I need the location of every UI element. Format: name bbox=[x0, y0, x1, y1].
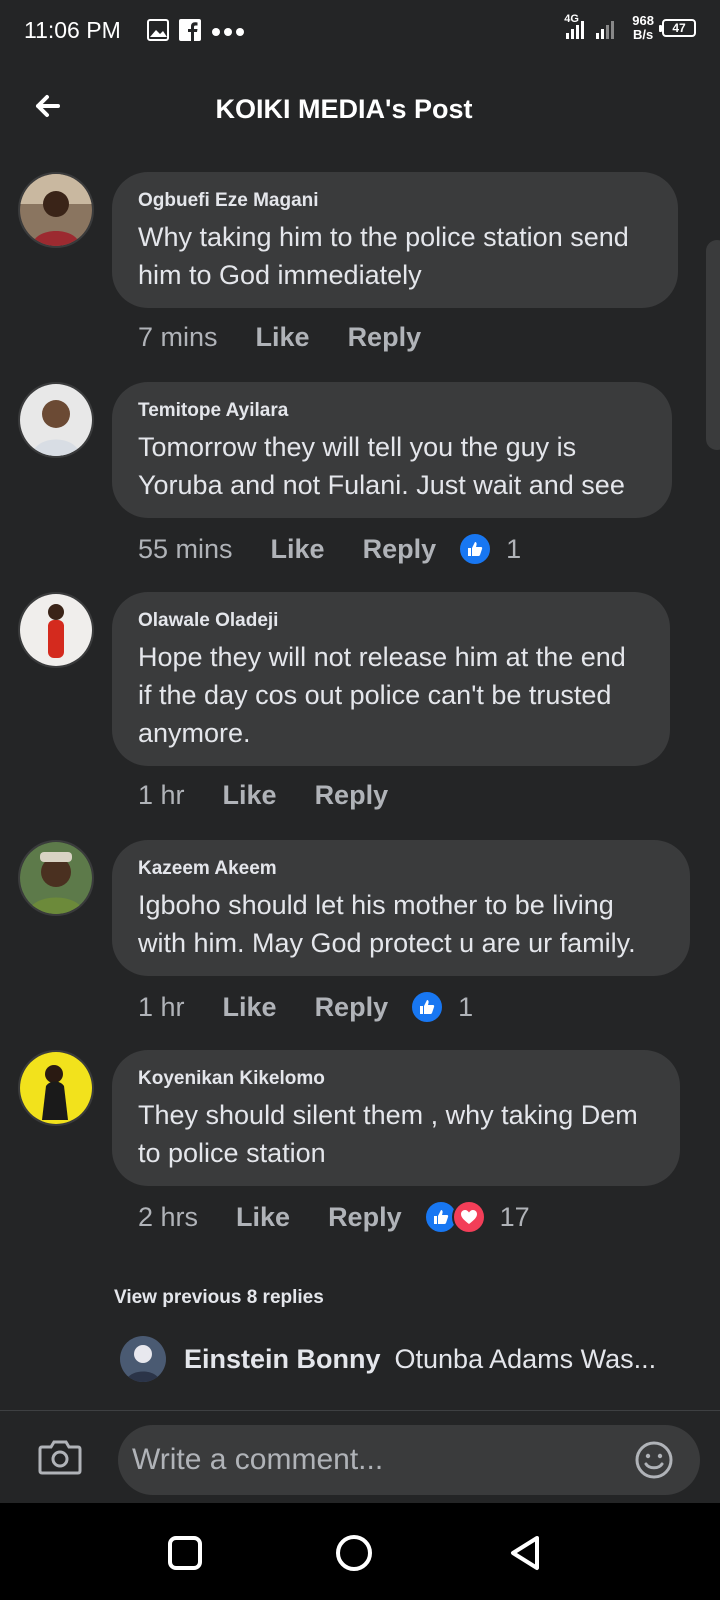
comment-text: Igboho should let his mother to be livin… bbox=[138, 890, 636, 958]
comment-actions: 2 hrs Like Reply 17 bbox=[138, 1200, 530, 1234]
avatar[interactable] bbox=[18, 1050, 94, 1126]
signal-icon: 4G bbox=[564, 13, 624, 41]
avatar[interactable] bbox=[18, 382, 94, 458]
status-time: 11:06 PM bbox=[24, 17, 121, 43]
post-header: KOIKI MEDIA's Post bbox=[0, 72, 720, 152]
comment-bubble[interactable]: Ogbuefi Eze Magani Why taking him to the… bbox=[112, 172, 678, 308]
reaction-summary[interactable]: 17 bbox=[423, 1200, 530, 1234]
like-button[interactable]: Like bbox=[223, 992, 277, 1023]
camera-icon[interactable] bbox=[38, 1439, 82, 1475]
comment-bubble[interactable]: Koyenikan Kikelomo They should silent th… bbox=[112, 1050, 680, 1186]
comment-input-placeholder: Write a comment... bbox=[132, 1443, 384, 1476]
comment-time[interactable]: 55 mins bbox=[138, 534, 233, 565]
recent-apps-icon[interactable] bbox=[165, 1533, 205, 1573]
reply-button[interactable]: Reply bbox=[315, 992, 389, 1023]
avatar[interactable] bbox=[120, 1336, 166, 1382]
scroll-indicator[interactable] bbox=[706, 240, 720, 450]
network-speed: 968 B/s bbox=[632, 13, 654, 42]
reply-button[interactable]: Reply bbox=[363, 534, 437, 565]
system-nav-bar bbox=[0, 1503, 720, 1600]
battery-icon: 47 bbox=[659, 19, 696, 37]
reply-button[interactable]: Reply bbox=[328, 1202, 402, 1233]
like-button[interactable]: Like bbox=[256, 322, 310, 353]
reaction-count: 17 bbox=[499, 1201, 530, 1232]
comment-actions: 1 hr Like Reply 1 bbox=[138, 990, 473, 1024]
notification-icons bbox=[147, 19, 245, 46]
comment-actions: 1 hr Like Reply bbox=[138, 780, 410, 811]
facebook-icon bbox=[179, 19, 201, 46]
more-notifications-icon bbox=[211, 24, 245, 42]
comment-author[interactable]: Ogbuefi Eze Magani bbox=[138, 190, 652, 212]
comment-actions: 7 mins Like Reply bbox=[138, 322, 443, 353]
view-previous-replies-link[interactable]: View previous 8 replies bbox=[114, 1287, 324, 1309]
gallery-icon bbox=[147, 19, 169, 46]
like-button[interactable]: Like bbox=[271, 534, 325, 565]
reaction-count: 1 bbox=[458, 991, 474, 1022]
comment-bubble[interactable]: Kazeem Akeem Igboho should let his mothe… bbox=[112, 840, 690, 976]
reply-author[interactable]: Einstein Bonny bbox=[184, 1344, 381, 1375]
comment-text: Why taking him to the police station sen… bbox=[138, 222, 629, 290]
comment-input[interactable]: Write a comment... bbox=[118, 1425, 700, 1495]
comment-time[interactable]: 2 hrs bbox=[138, 1202, 198, 1233]
emoji-icon[interactable] bbox=[634, 1440, 674, 1480]
comment-text: They should silent them , why taking Dem… bbox=[138, 1100, 638, 1168]
reaction-summary[interactable]: 1 bbox=[410, 990, 473, 1024]
reaction-count: 1 bbox=[506, 533, 522, 564]
comment-time[interactable]: 1 hr bbox=[138, 992, 185, 1023]
comment-author[interactable]: Kazeem Akeem bbox=[138, 858, 664, 880]
comment-time[interactable]: 7 mins bbox=[138, 322, 218, 353]
reaction-summary[interactable]: 1 bbox=[458, 532, 521, 566]
comment-actions: 55 mins Like Reply 1 bbox=[138, 532, 521, 566]
comment-author[interactable]: Olawale Oladeji bbox=[138, 610, 644, 632]
comment-text: Tomorrow they will tell you the guy is Y… bbox=[138, 432, 625, 500]
back-nav-icon[interactable] bbox=[505, 1533, 545, 1573]
comment-time[interactable]: 1 hr bbox=[138, 780, 185, 811]
thumbs-up-icon bbox=[458, 532, 493, 566]
avatar[interactable] bbox=[18, 172, 94, 248]
status-bar: 11:06 PM 4G 968 B/s 47 bbox=[0, 0, 720, 64]
reply-button[interactable]: Reply bbox=[315, 780, 389, 811]
comment-author[interactable]: Koyenikan Kikelomo bbox=[138, 1068, 654, 1090]
reply-button[interactable]: Reply bbox=[348, 322, 422, 353]
home-icon[interactable] bbox=[334, 1533, 374, 1573]
comment-bubble[interactable]: Olawale Oladeji Hope they will not relea… bbox=[112, 592, 670, 766]
like-button[interactable]: Like bbox=[236, 1202, 290, 1233]
avatar[interactable] bbox=[18, 592, 94, 668]
comment-bubble[interactable]: Temitope Ayilara Tomorrow they will tell… bbox=[112, 382, 672, 518]
like-button[interactable]: Like bbox=[223, 780, 277, 811]
comment-author[interactable]: Temitope Ayilara bbox=[138, 400, 646, 422]
page-title: KOIKI MEDIA's Post bbox=[215, 94, 473, 124]
heart-icon bbox=[451, 1200, 486, 1234]
thumbs-up-icon bbox=[410, 990, 445, 1024]
comment-composer: Write a comment... bbox=[0, 1410, 720, 1503]
system-indicators: 4G 968 B/s 47 bbox=[564, 13, 696, 42]
avatar[interactable] bbox=[18, 840, 94, 916]
comment-text: Hope they will not release him at the en… bbox=[138, 642, 626, 748]
reply-preview[interactable]: Einstein Bonny Otunba Adams Was... bbox=[120, 1336, 700, 1382]
reply-text: Otunba Adams Was... bbox=[394, 1343, 657, 1374]
